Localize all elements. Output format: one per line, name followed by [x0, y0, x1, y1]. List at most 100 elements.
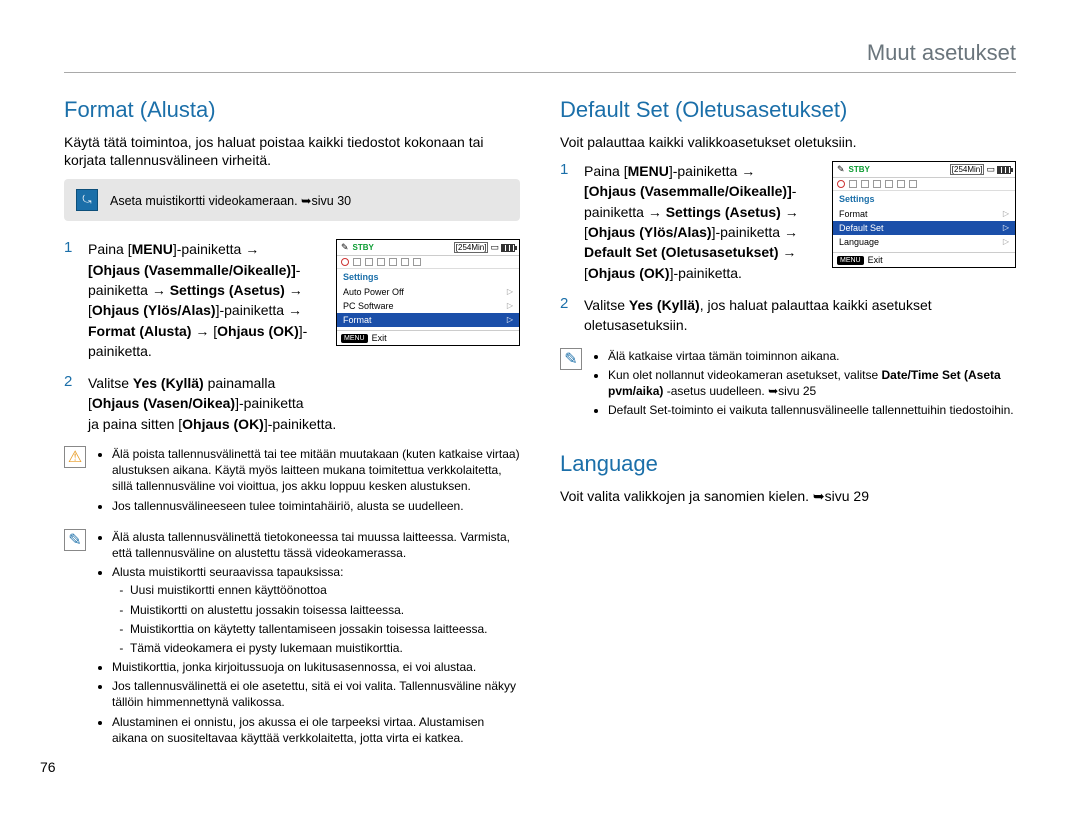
menu-badge: MENU [837, 256, 864, 265]
page-number: 76 [40, 759, 56, 775]
menu-badge: MENU [341, 334, 368, 343]
heading-language: Language [560, 451, 1016, 477]
text: painiketta → [584, 204, 666, 220]
list-item: Jos tallennusvälineeseen tulee toimintah… [112, 498, 520, 514]
text: ]-painiketta. [670, 265, 742, 281]
battery-icon [501, 244, 515, 252]
step-number: 2 [560, 295, 574, 312]
list-item: Älä alusta tallennusvälinettä tietokonee… [112, 529, 520, 561]
text: [Ohjaus (Vasemmalle/Oikealle)] [88, 262, 296, 278]
lcd-item: Auto Power Off ▷ [337, 285, 519, 299]
chevron-icon: ▷ [507, 287, 513, 297]
stby-label: STBY [849, 165, 870, 174]
chevron-icon: ▷ [1003, 237, 1009, 247]
text: - [296, 262, 301, 278]
text: Ohjaus (OK) [182, 416, 264, 432]
text: MENU [628, 163, 669, 179]
list-item: Jos tallennusvälinettä ei ole asetettu, … [112, 678, 520, 710]
card-icon: ⤿ [76, 189, 98, 211]
format-intro: Käytä tätä toimintoa, jos haluat poistaa… [64, 133, 520, 169]
list-item: Muistikortti on alustettu jossakin toise… [130, 602, 520, 618]
text: Settings (Asetus) [170, 282, 285, 298]
text: Valitse [584, 297, 629, 313]
list-item: Uusi muistikortti ennen käyttöönottoa [130, 582, 520, 598]
text: Ohjaus (Ylös/Alas) [588, 224, 712, 240]
step2-body: Valitse Yes (Kyllä) painamalla [Ohjaus (… [88, 373, 520, 434]
lcd-item-label: PC Software [343, 301, 394, 311]
chevron-icon: ▷ [507, 315, 513, 325]
list-item: Älä poista tallennusvälinettä tai tee mi… [112, 446, 520, 495]
callout-insert-card: ⤿ Aseta muistikortti videokameraan. ➥siv… [64, 179, 520, 221]
chevron-icon: ▷ [1003, 223, 1009, 233]
text: -asetus uudelleen. ➥sivu 25 [663, 384, 816, 398]
chevron-icon: ▷ [1003, 209, 1009, 219]
text: Settings (Asetus) [666, 204, 781, 220]
text: → [779, 244, 797, 260]
list-item: Tämä videokamera ei pysty lukemaan muist… [130, 640, 520, 656]
text: Format (Alusta) [88, 323, 191, 339]
lcd-item-selected: Default Set ▷ [833, 221, 1015, 235]
text: painiketta. [88, 343, 152, 359]
lcd-mode-icons [337, 256, 519, 269]
text: Ohjaus (Vasen/Oikea) [92, 395, 235, 411]
time-remaining: [254Min] [454, 242, 489, 253]
lcd-item: PC Software ▷ [337, 299, 519, 313]
text: Ohjaus (OK) [588, 265, 670, 281]
text: → [781, 204, 799, 220]
text: ]-painiketta → [712, 224, 798, 240]
text: MENU [132, 241, 173, 257]
text: → [ [191, 323, 217, 339]
list-item: Älä katkaise virtaa tämän toiminnon aika… [608, 348, 1016, 364]
lcd-item-label: Auto Power Off [343, 287, 404, 297]
left-column: Format (Alusta) Käytä tätä toimintoa, jo… [64, 97, 520, 761]
warning-icon: ⚠ [64, 446, 86, 468]
card-icon: ▭ [490, 242, 499, 253]
camera-icon: ✎ [341, 242, 349, 253]
text: Paina [ [584, 163, 628, 179]
list-item: Alusta muistikortti seuraavissa tapauksi… [112, 565, 343, 579]
lcd-item: Language▷ [833, 235, 1015, 249]
lcd-item-selected: Format ▷ [337, 313, 519, 327]
warning-notes: Älä poista tallennusvälinettä tai tee mi… [96, 446, 520, 517]
right-step1-body: Paina [MENU ]-painiketta → [Ohjaus (Vasem… [584, 161, 822, 283]
chevron-icon: ▷ [507, 301, 513, 311]
list-item: Muistikorttia on käytetty tallentamiseen… [130, 621, 520, 637]
text: → [285, 282, 303, 298]
text: Ohjaus (Ylös/Alas) [92, 302, 216, 318]
text: Kun olet nollannut videokameran asetukse… [608, 368, 882, 382]
text: painamalla [204, 375, 276, 391]
text: ]-painiketta [235, 395, 303, 411]
camera-icon: ✎ [837, 164, 845, 175]
default-intro: Voit palauttaa kaikki valikkoasetukset o… [560, 133, 1016, 151]
stby-label: STBY [353, 243, 374, 252]
step-number: 2 [64, 373, 78, 390]
list-item: Muistikorttia, jonka kirjoitussuoja on l… [112, 659, 520, 675]
lcd-settings-label: Settings [337, 269, 519, 285]
text: ja paina sitten [ [88, 416, 182, 432]
lcd-screenshot-default: ✎ STBY [254Min] ▭ Settings Fo [832, 161, 1016, 268]
card-icon: ▭ [986, 164, 995, 175]
step1-body: Paina [MENU]-painiketta → [Ohjaus (Vasem… [88, 239, 326, 361]
language-text: Voit valita valikkojen ja sanomien kiele… [560, 487, 1016, 505]
info-icon: ✎ [64, 529, 86, 551]
right-step2-body: Valitse Yes (Kyllä), jos haluat palautta… [584, 295, 1016, 336]
lcd-item-label: Format [343, 315, 372, 325]
lcd-item-label: Default Set [839, 223, 884, 233]
text: ]-painiketta → [173, 241, 259, 257]
lcd-item-label: Format [839, 209, 868, 219]
info-notes: Älä alusta tallennusvälinettä tietokonee… [96, 529, 520, 749]
text: Valitse [88, 375, 133, 391]
text: ]-painiketta. [264, 416, 336, 432]
list-item: Default Set-toiminto ei vaikuta tallennu… [608, 402, 1016, 418]
lcd-screenshot-format: ✎ STBY [254Min] ▭ Settings Au [336, 239, 520, 346]
lcd-settings-label: Settings [833, 191, 1015, 207]
text: Yes (Kyllä) [133, 375, 204, 391]
time-remaining: [254Min] [950, 164, 985, 175]
text: [Ohjaus (Vasemmalle/Oikealle)] [584, 183, 792, 199]
text: Yes (Kyllä) [629, 297, 700, 313]
step-number: 1 [560, 161, 574, 178]
text: Ohjaus (OK) [217, 323, 299, 339]
heading-default-set: Default Set (Oletusasetukset) [560, 97, 1016, 123]
exit-label: Exit [868, 255, 883, 265]
text: Paina [ [88, 241, 132, 257]
